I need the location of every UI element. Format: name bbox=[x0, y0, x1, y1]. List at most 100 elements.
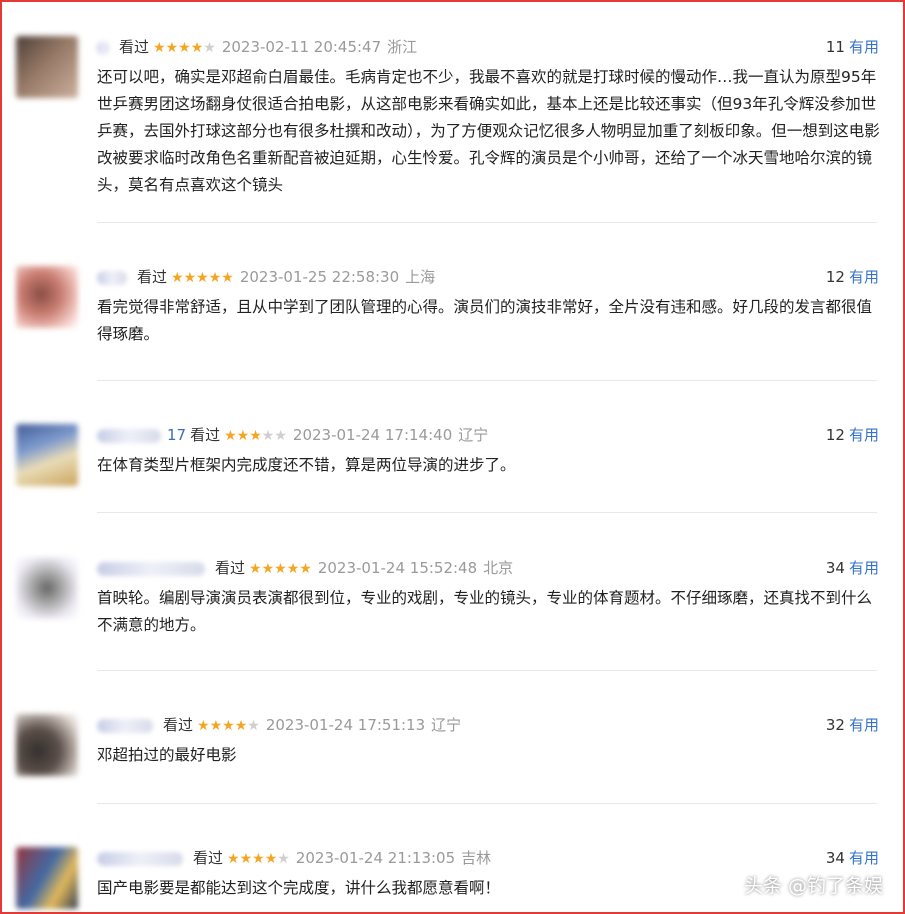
star-filled-icon: ★ bbox=[165, 40, 179, 56]
review-location: 北京 bbox=[483, 559, 514, 577]
star-filled-icon: ★ bbox=[249, 428, 262, 444]
avatar[interactable] bbox=[16, 266, 78, 328]
avatar[interactable] bbox=[16, 424, 78, 486]
star-filled-icon: ★ bbox=[171, 270, 184, 286]
star-filled-icon: ★ bbox=[264, 851, 278, 867]
watch-status: 看过 bbox=[215, 559, 246, 577]
review-meta: 看过 ★★★★★ 2023-01-24 17:51:13 辽宁 32 有用 bbox=[97, 714, 879, 736]
review-time: 2023-01-24 17:51:13 bbox=[265, 716, 426, 734]
avatar[interactable] bbox=[16, 714, 78, 776]
rating-stars: ★★★★★ bbox=[197, 715, 260, 737]
useful-count: 11 bbox=[825, 38, 845, 56]
review-meta: 看过 ★★★★★ 2023-01-25 22:58:30 上海 12 有用 bbox=[97, 266, 879, 288]
useful-button[interactable]: 有用 bbox=[849, 426, 879, 444]
star-filled-icon: ★ bbox=[208, 270, 222, 286]
review-meta: 看过 ★★★★★ 2023-02-11 20:45:47 浙江 11 有用 bbox=[97, 36, 879, 58]
useful-vote: 34 有用 bbox=[826, 557, 879, 579]
star-filled-icon: ★ bbox=[249, 561, 262, 577]
star-filled-icon: ★ bbox=[234, 718, 248, 734]
divider bbox=[97, 222, 877, 223]
useful-count: 12 bbox=[825, 268, 845, 286]
star-filled-icon: ★ bbox=[261, 561, 275, 577]
star-filled-icon: ★ bbox=[153, 40, 166, 56]
star-empty-icon: ★ bbox=[203, 40, 216, 56]
review-location: 辽宁 bbox=[458, 426, 489, 444]
review-meta: 17 看过 ★★★★★ 2023-01-24 17:14:40 辽宁 12 有用 bbox=[97, 424, 879, 446]
watch-status: 看过 bbox=[137, 268, 168, 286]
review-text: 邓超拍过的最好电影 bbox=[97, 746, 237, 764]
star-filled-icon: ★ bbox=[183, 270, 197, 286]
username-blurred[interactable] bbox=[97, 851, 183, 866]
rating-stars: ★★★★★ bbox=[171, 267, 234, 289]
avatar[interactable] bbox=[16, 557, 78, 619]
review-meta: 看过 ★★★★★ 2023-01-24 15:52:48 北京 34 有用 bbox=[97, 557, 879, 579]
review-time: 2023-01-24 17:14:40 bbox=[292, 426, 453, 444]
rating-stars: ★★★★★ bbox=[227, 848, 290, 870]
useful-button[interactable]: 有用 bbox=[849, 268, 879, 286]
avatar[interactable] bbox=[16, 847, 78, 909]
star-filled-icon: ★ bbox=[197, 718, 210, 734]
star-filled-icon: ★ bbox=[299, 561, 312, 577]
useful-button[interactable]: 有用 bbox=[849, 38, 879, 56]
useful-button[interactable]: 有用 bbox=[849, 559, 879, 577]
star-filled-icon: ★ bbox=[222, 718, 235, 734]
star-filled-icon: ★ bbox=[221, 270, 234, 286]
review-text: 还可以吧，确实是邓超俞白眉最佳。毛病肯定也不少，我最不喜欢的就是打球时候的慢动作… bbox=[97, 68, 880, 194]
useful-count: 34 bbox=[825, 849, 845, 867]
review-location: 辽宁 bbox=[431, 716, 462, 734]
useful-button[interactable]: 有用 bbox=[849, 849, 879, 867]
watch-status: 看过 bbox=[163, 716, 194, 734]
username-tail[interactable]: 17 bbox=[167, 426, 186, 444]
rating-stars: ★★★★★ bbox=[249, 558, 312, 580]
review-text: 在体育类型片框架内完成度还不错，算是两位导演的进步了。 bbox=[97, 456, 516, 474]
useful-count: 12 bbox=[825, 426, 845, 444]
useful-vote: 12 有用 bbox=[826, 424, 879, 446]
watch-status: 看过 bbox=[193, 849, 224, 867]
star-filled-icon: ★ bbox=[209, 718, 223, 734]
avatar[interactable] bbox=[16, 36, 78, 98]
username-blurred[interactable] bbox=[97, 428, 161, 443]
review-list-frame: 看过 ★★★★★ 2023-02-11 20:45:47 浙江 11 有用 还可以吧，确… bbox=[0, 0, 905, 914]
review-location: 上海 bbox=[405, 268, 436, 286]
rating-stars: ★★★★★ bbox=[153, 37, 216, 59]
star-empty-icon: ★ bbox=[277, 851, 290, 867]
review-meta: 看过 ★★★★★ 2023-01-24 21:13:05 吉林 34 有用 bbox=[97, 847, 879, 869]
review-location: 吉林 bbox=[461, 849, 492, 867]
username-blurred[interactable] bbox=[97, 270, 127, 285]
review-time: 2023-01-24 21:13:05 bbox=[295, 849, 456, 867]
star-filled-icon: ★ bbox=[190, 40, 204, 56]
divider bbox=[97, 670, 877, 671]
star-empty-icon: ★ bbox=[247, 718, 260, 734]
watermark: 头条 @钓了条娱 bbox=[743, 875, 883, 897]
star-filled-icon: ★ bbox=[178, 40, 191, 56]
useful-vote: 32 有用 bbox=[826, 714, 879, 736]
star-filled-icon: ★ bbox=[196, 270, 209, 286]
useful-button[interactable]: 有用 bbox=[849, 716, 879, 734]
username-blurred[interactable] bbox=[97, 718, 153, 733]
star-empty-icon: ★ bbox=[274, 428, 287, 444]
rating-stars: ★★★★★ bbox=[224, 425, 287, 447]
divider bbox=[97, 803, 877, 804]
watch-status: 看过 bbox=[190, 426, 221, 444]
divider bbox=[97, 380, 877, 381]
star-filled-icon: ★ bbox=[227, 851, 240, 867]
star-filled-icon: ★ bbox=[274, 561, 287, 577]
star-filled-icon: ★ bbox=[286, 561, 300, 577]
useful-vote: 11 有用 bbox=[826, 36, 879, 58]
review-location: 浙江 bbox=[387, 38, 418, 56]
username-blurred[interactable] bbox=[97, 40, 109, 55]
review-text: 看完觉得非常舒适，且从中学到了团队管理的心得。演员们的演技非常好，全片没有违和感… bbox=[97, 298, 873, 343]
review-time: 2023-02-11 20:45:47 bbox=[221, 38, 382, 56]
star-empty-icon: ★ bbox=[261, 428, 275, 444]
review-time: 2023-01-24 15:52:48 bbox=[317, 559, 478, 577]
username-blurred[interactable] bbox=[97, 561, 205, 576]
star-filled-icon: ★ bbox=[236, 428, 250, 444]
useful-count: 32 bbox=[825, 716, 845, 734]
review-text: 首映轮。编剧导演演员表演都很到位，专业的戏剧，专业的镜头，专业的体育题材。不仔细… bbox=[97, 589, 873, 634]
watch-status: 看过 bbox=[119, 38, 150, 56]
star-filled-icon: ★ bbox=[239, 851, 253, 867]
star-filled-icon: ★ bbox=[252, 851, 265, 867]
review-time: 2023-01-25 22:58:30 bbox=[239, 268, 400, 286]
useful-count: 34 bbox=[825, 559, 845, 577]
star-filled-icon: ★ bbox=[224, 428, 237, 444]
